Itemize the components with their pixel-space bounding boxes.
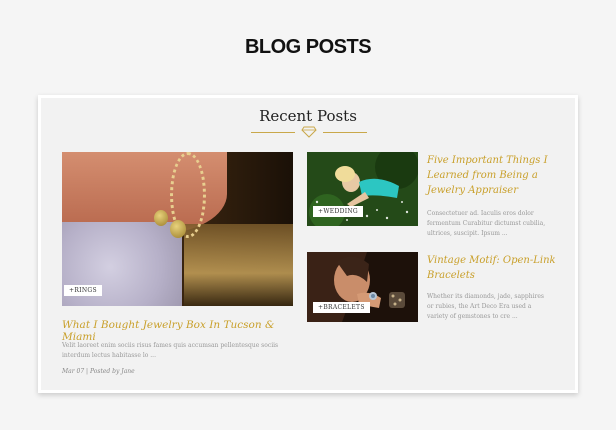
title-divider xyxy=(251,126,367,138)
featured-post-title[interactable]: What I Bought Jewelry Box In Tucson & Mi… xyxy=(62,319,297,343)
recent-posts-card: Recent Posts +RINGS What I Bought Jewelr… xyxy=(38,95,578,393)
category-badge[interactable]: +BRACELETS xyxy=(313,302,370,313)
post-excerpt: Consectetuer ad. Iaculis eros dolor ferm… xyxy=(427,210,546,237)
post-title[interactable]: Vintage Motif: Open-Link Bracelets xyxy=(427,253,557,283)
diamond-icon xyxy=(301,126,317,138)
featured-post-excerpt: Velit laoreet enim sociis risus fames qu… xyxy=(62,342,279,359)
post-title[interactable]: Five Important Things I Learned from Bei… xyxy=(427,153,557,198)
featured-post-meta: Mar 07 | Posted by Jane xyxy=(62,368,135,375)
category-badge[interactable]: +RINGS xyxy=(64,285,102,296)
post-image-wedding[interactable]: +WEDDING xyxy=(307,152,418,226)
page-heading: BLOG POSTS xyxy=(244,36,372,58)
section-title: Recent Posts xyxy=(259,107,357,125)
featured-post-image[interactable]: +RINGS xyxy=(62,152,293,306)
post-image-bracelets[interactable]: +BRACELETS xyxy=(307,252,418,322)
category-badge[interactable]: +WEDDING xyxy=(313,206,364,217)
post-excerpt: Whether its diamonds, jade, sapphires or… xyxy=(427,293,544,320)
